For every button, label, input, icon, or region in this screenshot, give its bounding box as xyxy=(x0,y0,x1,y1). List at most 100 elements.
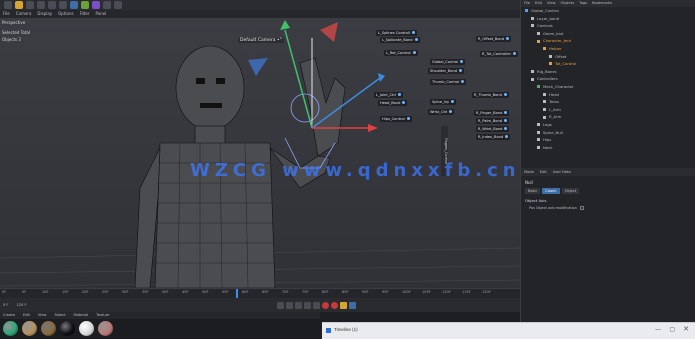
mat-menu-view[interactable]: View xyxy=(38,312,47,319)
cube-icon[interactable] xyxy=(70,1,78,9)
tree-row[interactable]: Tot_Control xyxy=(525,60,695,68)
menu-camera[interactable]: Camera xyxy=(16,10,32,18)
spline-icon[interactable] xyxy=(81,1,89,9)
light-icon[interactable] xyxy=(114,1,122,9)
3d-viewport[interactable]: Perspective Selected Total Objects 3 Def… xyxy=(0,18,520,288)
floating-window-bar[interactable]: Timeline (1) — ▢ ✕ xyxy=(322,322,695,339)
menu-filter[interactable]: Filter xyxy=(80,10,90,18)
timeline-tick: 80F xyxy=(322,290,329,294)
obj-menu-tags[interactable]: Tags xyxy=(579,0,587,7)
prev-frame-icon[interactable] xyxy=(285,301,293,309)
material-ball[interactable] xyxy=(3,321,18,336)
control-label[interactable]: Shoulder_Bond xyxy=(428,68,465,74)
last-frame-icon[interactable] xyxy=(312,301,320,309)
attr-checkbox[interactable] xyxy=(579,206,584,210)
mat-menu-texture[interactable]: Texture xyxy=(96,312,109,319)
tree-row[interactable]: Geom_bnd xyxy=(525,30,695,38)
control-label[interactable]: Spine_Up xyxy=(430,99,456,105)
tree-row[interactable]: Controllers xyxy=(525,75,695,83)
camera-icon[interactable] xyxy=(103,1,111,9)
autokey-icon[interactable] xyxy=(330,301,338,309)
keyframe-icon[interactable] xyxy=(339,301,347,309)
tree-row[interactable]: Helper xyxy=(525,45,695,53)
mat-menu-edit[interactable]: Edit xyxy=(23,312,30,319)
tree-row[interactable]: Legs xyxy=(525,121,695,129)
control-label[interactable]: Global_Control xyxy=(430,59,466,65)
play-icon[interactable] xyxy=(294,301,302,309)
control-label[interactable]: Head_Bond xyxy=(378,100,408,106)
tree-row[interactable]: Rig_Bones xyxy=(525,68,695,76)
record-icon[interactable] xyxy=(321,301,329,309)
tree-row[interactable]: L_Arm xyxy=(525,106,695,114)
current-frame[interactable]: 0 F xyxy=(3,303,9,307)
tree-row[interactable]: Offset xyxy=(525,53,695,61)
menu-display[interactable]: Display xyxy=(37,10,52,18)
attr-menu-mode[interactable]: Mode xyxy=(524,168,534,176)
material-ball[interactable] xyxy=(79,321,94,336)
obj-menu-view[interactable]: View xyxy=(547,0,556,7)
obj-menu-bookmarks[interactable]: Bookmarks xyxy=(592,0,612,7)
control-label[interactable]: L_Splines Controll xyxy=(376,30,417,36)
tab-object[interactable]: Object xyxy=(561,188,580,194)
move-icon[interactable] xyxy=(15,1,23,9)
menu-panel[interactable]: Panel xyxy=(96,10,107,18)
x-axis-icon[interactable] xyxy=(48,1,56,9)
material-ball[interactable] xyxy=(60,321,75,336)
obj-menu-objects[interactable]: Objects xyxy=(561,0,575,7)
tree-row[interactable]: R_Arm xyxy=(525,113,695,121)
tree-row[interactable]: Character_bnd xyxy=(525,37,695,45)
mat-menu-material[interactable]: Material xyxy=(74,312,89,319)
control-label[interactable]: R_Offset_Bond xyxy=(476,36,512,42)
control-label[interactable]: Hips_Control xyxy=(380,116,412,122)
camera-label[interactable]: Default Camera •° xyxy=(238,38,284,43)
render-icon[interactable] xyxy=(59,1,67,9)
rotate-icon[interactable] xyxy=(37,1,45,9)
control-label[interactable]: Wrist_Ctrl xyxy=(428,109,455,115)
material-ball[interactable] xyxy=(22,321,37,336)
motion-icon[interactable] xyxy=(348,301,356,309)
close-icon[interactable]: ✕ xyxy=(683,325,689,333)
timeline-tick: 75F xyxy=(302,290,309,294)
control-label[interactable]: R_Index_Bond xyxy=(476,134,511,140)
control-label[interactable]: Thumb_Control xyxy=(430,79,467,85)
mat-menu-select[interactable]: Select xyxy=(54,312,65,319)
control-label[interactable]: L_Joint_Ctrl xyxy=(374,92,403,98)
material-ball[interactable] xyxy=(98,321,113,336)
first-frame-icon[interactable] xyxy=(276,301,284,309)
control-label[interactable]: R_Palm_Bond xyxy=(476,118,510,124)
minimize-icon[interactable]: — xyxy=(655,326,661,333)
obj-menu-edit[interactable]: Edit xyxy=(535,0,542,7)
tree-row[interactable]: Torso xyxy=(525,98,695,106)
control-label[interactable]: R_Wrist_Bond xyxy=(476,126,510,132)
obj-menu-file[interactable]: File xyxy=(524,0,530,7)
next-frame-icon[interactable] xyxy=(303,301,311,309)
tree-row[interactable]: Spine_Null xyxy=(525,129,695,137)
tree-row[interactable]: Neck xyxy=(525,144,695,152)
control-label[interactable]: R_Finger_Bond xyxy=(474,110,510,116)
tree-row[interactable]: Hips xyxy=(525,136,695,144)
tab-basic[interactable]: Basic xyxy=(525,188,541,194)
material-ball[interactable] xyxy=(41,321,56,336)
maximize-icon[interactable]: ▢ xyxy=(669,326,675,333)
scale-icon[interactable] xyxy=(26,1,34,9)
playhead[interactable] xyxy=(236,289,238,298)
end-frame[interactable]: 120 F xyxy=(17,303,27,307)
tree-row[interactable]: Layer_bond xyxy=(525,15,695,23)
tree-row[interactable]: Mesh_Character xyxy=(525,83,695,91)
control-label[interactable]: L_SpliIonte_Bond xyxy=(380,37,420,43)
undo-icon[interactable] xyxy=(4,1,12,9)
tree-row[interactable]: Head xyxy=(525,91,695,99)
menu-options[interactable]: Options xyxy=(58,10,73,18)
timeline-ruler[interactable]: 0F 5F 10F 15F 20F 25F 30F 35F 40F 45F 50… xyxy=(0,288,520,298)
attr-menu-edit[interactable]: Edit xyxy=(540,168,547,176)
control-label[interactable]: L_Rot_Control xyxy=(384,50,418,56)
control-label[interactable]: R_Thumb_Bond xyxy=(472,92,509,98)
tree-row[interactable]: Controls xyxy=(525,22,695,30)
control-label[interactable]: R_Tot_Controller xyxy=(480,51,518,57)
deformer-icon[interactable] xyxy=(92,1,100,9)
menu-file[interactable]: File xyxy=(3,10,10,18)
mat-menu-create[interactable]: Create xyxy=(3,312,15,319)
tab-coord[interactable]: Coord. xyxy=(542,188,560,194)
tree-row[interactable]: Global_Control xyxy=(525,7,695,15)
attr-menu-userdata[interactable]: User Data xyxy=(553,168,571,176)
